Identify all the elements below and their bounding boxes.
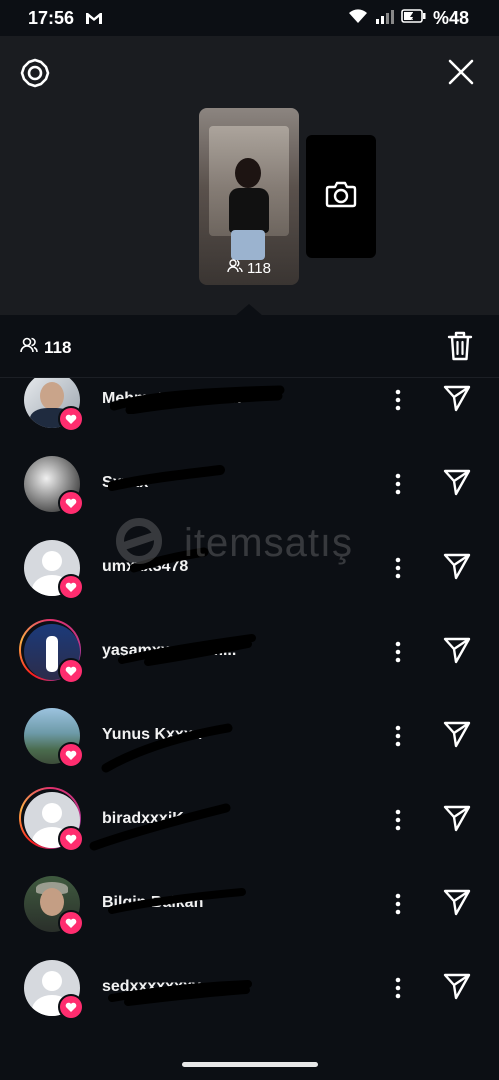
add-story-camera-button[interactable] bbox=[306, 135, 376, 258]
username[interactable]: umxxx3478 bbox=[102, 558, 188, 576]
list-item[interactable] bbox=[0, 1030, 499, 1038]
settings-gear-icon[interactable] bbox=[20, 58, 50, 93]
viewers-bar: 118 bbox=[0, 315, 499, 378]
more-options-icon[interactable] bbox=[388, 554, 408, 582]
avatar[interactable] bbox=[24, 540, 84, 600]
username[interactable]: yaşamxxxxxzım... bbox=[102, 642, 236, 660]
avatar[interactable] bbox=[19, 619, 84, 684]
avatar[interactable] bbox=[24, 378, 84, 432]
heart-like-icon bbox=[58, 490, 84, 516]
more-options-icon[interactable] bbox=[388, 638, 408, 666]
heart-like-icon bbox=[58, 658, 84, 684]
camera-icon bbox=[325, 180, 357, 213]
avatar[interactable] bbox=[19, 787, 84, 852]
username[interactable]: Bilgin Balkan bbox=[102, 894, 203, 912]
gmail-icon bbox=[84, 10, 104, 31]
wifi-icon bbox=[347, 7, 369, 30]
send-message-icon[interactable] bbox=[442, 719, 472, 754]
more-options-icon[interactable] bbox=[388, 890, 408, 918]
avatar[interactable] bbox=[24, 876, 84, 936]
more-options-icon[interactable] bbox=[388, 386, 408, 414]
username[interactable]: biradxxxjK bbox=[102, 810, 184, 828]
username[interactable]: Mehmet Cxxxxxxx bbox=[102, 390, 241, 408]
home-indicator[interactable] bbox=[182, 1062, 318, 1067]
avatar[interactable] bbox=[24, 456, 84, 516]
viewers-icon bbox=[20, 337, 38, 358]
list-item[interactable]: Sxxxx bbox=[0, 442, 499, 526]
send-message-icon[interactable] bbox=[442, 467, 472, 502]
avatar[interactable] bbox=[24, 960, 84, 1020]
close-icon[interactable] bbox=[447, 58, 475, 91]
viewers-count: 118 bbox=[20, 337, 71, 358]
status-bar: 17:56 %48 bbox=[0, 0, 499, 36]
viewers-icon bbox=[227, 259, 243, 277]
navigation-bar bbox=[0, 1038, 499, 1080]
list-item[interactable]: sedxxxxxxxy bbox=[0, 946, 499, 1030]
more-options-icon[interactable] bbox=[388, 470, 408, 498]
heart-like-icon bbox=[58, 910, 84, 936]
story-thumbnail[interactable]: 118 bbox=[199, 108, 299, 285]
send-message-icon[interactable] bbox=[442, 635, 472, 670]
send-message-icon[interactable] bbox=[442, 803, 472, 838]
more-options-icon[interactable] bbox=[388, 974, 408, 1002]
list-item[interactable]: biradxxxjK bbox=[0, 778, 499, 862]
heart-like-icon bbox=[58, 826, 84, 852]
list-item[interactable]: Mehmet Cxxxxxxx bbox=[0, 378, 499, 442]
username[interactable]: Sxxxx bbox=[102, 474, 148, 492]
battery-percent: %48 bbox=[432, 8, 469, 28]
signal-icon bbox=[375, 7, 395, 30]
send-message-icon[interactable] bbox=[442, 971, 472, 1006]
status-time: 17:56 bbox=[28, 8, 75, 28]
avatar[interactable] bbox=[24, 708, 84, 768]
list-item[interactable]: Yunus Kxxxx bbox=[0, 694, 499, 778]
heart-like-icon bbox=[58, 994, 84, 1020]
list-item[interactable]: yaşamxxxxxzım... bbox=[0, 610, 499, 694]
heart-like-icon bbox=[58, 574, 84, 600]
delete-trash-icon[interactable] bbox=[447, 331, 473, 366]
send-message-icon[interactable] bbox=[442, 383, 472, 418]
story-header: 118 bbox=[0, 36, 499, 316]
send-message-icon[interactable] bbox=[442, 887, 472, 922]
username[interactable]: Yunus Kxxxx bbox=[102, 726, 202, 744]
send-message-icon[interactable] bbox=[442, 551, 472, 586]
username[interactable]: sedxxxxxxxy bbox=[102, 978, 201, 996]
viewer-list[interactable]: Mehmet Cxxxxxxx Sxxxx umxxx3478 yaşamxxx… bbox=[0, 378, 499, 1038]
heart-like-icon bbox=[58, 742, 84, 768]
list-item[interactable]: Bilgin Balkan bbox=[0, 862, 499, 946]
heart-like-icon bbox=[58, 406, 84, 432]
more-options-icon[interactable] bbox=[388, 806, 408, 834]
battery-icon bbox=[401, 8, 427, 29]
more-options-icon[interactable] bbox=[388, 722, 408, 750]
list-item[interactable]: umxxx3478 bbox=[0, 526, 499, 610]
story-viewer-count: 118 bbox=[199, 259, 299, 277]
